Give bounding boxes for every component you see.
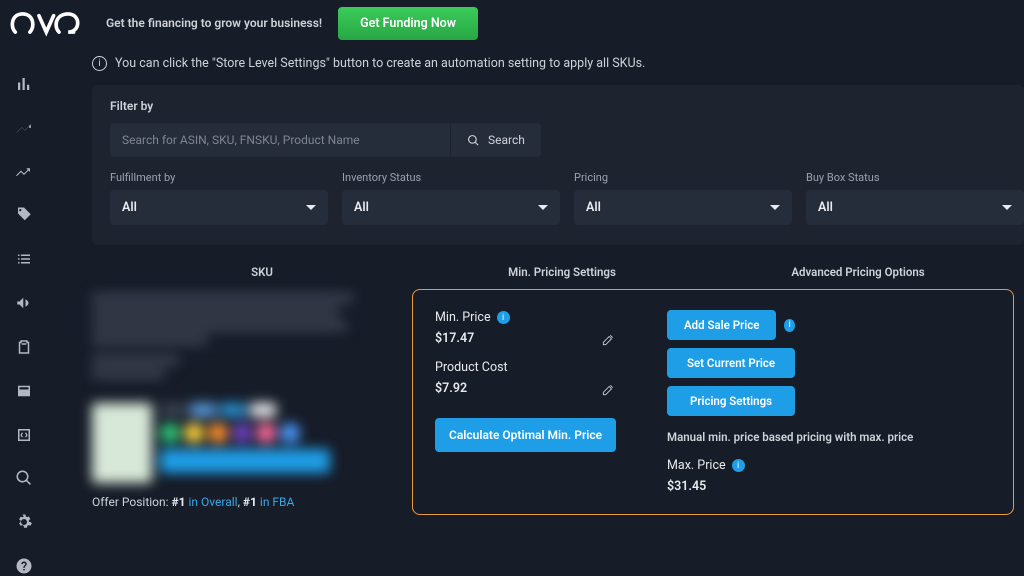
col-sku: SKU: [92, 265, 432, 279]
offer-position: Offer Position: #1 in Overall, #1 in FBA: [92, 495, 402, 509]
pricing-panel: Min. Price i $17.47 Product Cost $7.92: [412, 289, 1014, 515]
calculate-optimal-button[interactable]: Calculate Optimal Min. Price: [435, 418, 616, 452]
card-icon[interactable]: [14, 381, 34, 401]
list-icon[interactable]: [14, 249, 34, 269]
info-icon: i: [92, 56, 107, 71]
set-current-price-button[interactable]: Set Current Price: [667, 348, 795, 378]
logo[interactable]: [8, 5, 90, 41]
info-icon[interactable]: i: [784, 319, 795, 332]
filter-panel: Filter by Search Fulfillment by All Inve…: [92, 85, 1024, 245]
product-cost-label: Product Cost: [435, 360, 508, 375]
pricing-settings-button[interactable]: Pricing Settings: [667, 386, 795, 416]
chevron-down-icon: [1002, 205, 1012, 210]
sparkle-trend-icon[interactable]: [14, 162, 34, 182]
chevron-down-icon: [770, 205, 780, 210]
pricing-select[interactable]: All: [574, 190, 792, 225]
chevron-down-icon: [306, 205, 316, 210]
chart-bar-icon[interactable]: [14, 74, 34, 94]
gear-icon[interactable]: [14, 512, 34, 532]
fulfillment-label: Fulfillment by: [110, 171, 328, 184]
sku-row: Offer Position: #1 in Overall, #1 in FBA…: [92, 289, 1024, 515]
search-input[interactable]: [110, 123, 450, 157]
edit-icon[interactable]: [601, 332, 615, 346]
search-button[interactable]: Search: [451, 123, 541, 157]
buybox-label: Buy Box Status: [806, 171, 1024, 184]
chevron-down-icon: [538, 205, 548, 210]
fulfillment-select[interactable]: All: [110, 190, 328, 225]
clipboard-icon[interactable]: [14, 337, 34, 357]
max-price-value: $31.45: [667, 479, 991, 494]
buybox-select[interactable]: All: [806, 190, 1024, 225]
pricing-description: Manual min. price based pricing with max…: [667, 430, 991, 444]
tag-icon[interactable]: [14, 205, 34, 225]
search-button-label: Search: [488, 133, 525, 147]
pricing-label: Pricing: [574, 171, 792, 184]
info-icon[interactable]: i: [497, 311, 510, 324]
search-icon[interactable]: [14, 468, 34, 488]
min-price-value: $17.47: [435, 331, 474, 346]
add-sale-price-button[interactable]: Add Sale Price: [667, 310, 776, 340]
trending-up-icon[interactable]: [14, 118, 34, 138]
promo-text: Get the financing to grow your business!: [106, 16, 322, 30]
product-cost-value: $7.92: [435, 381, 467, 396]
edit-icon[interactable]: [601, 382, 615, 396]
info-icon[interactable]: i: [732, 459, 745, 472]
filter-title: Filter by: [110, 99, 1006, 113]
inventory-label: Inventory Status: [342, 171, 560, 184]
min-price-label: Min. Price: [435, 310, 491, 325]
col-advanced: Advanced Pricing Options: [692, 265, 1024, 279]
table-header: SKU Min. Pricing Settings Advanced Prici…: [92, 265, 1024, 279]
code-icon[interactable]: [14, 425, 34, 445]
max-price-label: Max. Price: [667, 458, 726, 473]
info-banner: i You can click the "Store Level Setting…: [92, 56, 1024, 71]
megaphone-icon[interactable]: [14, 293, 34, 313]
get-funding-button[interactable]: Get Funding Now: [338, 7, 478, 40]
col-min-pricing: Min. Pricing Settings: [432, 265, 692, 279]
help-icon[interactable]: [14, 556, 34, 576]
inventory-select[interactable]: All: [342, 190, 560, 225]
info-text: You can click the "Store Level Settings"…: [115, 56, 645, 71]
sku-blurred-content: [92, 293, 382, 483]
sidebar: [0, 46, 48, 576]
